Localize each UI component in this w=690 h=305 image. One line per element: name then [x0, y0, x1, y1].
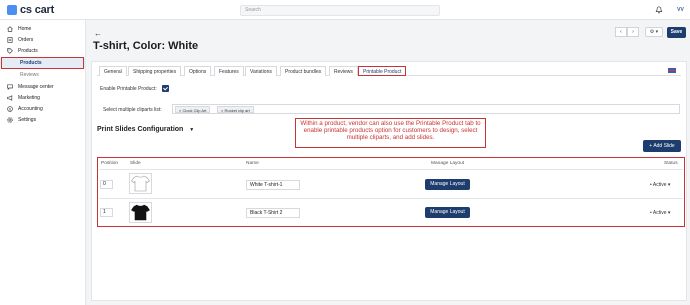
slide-name-input[interactable]: Black T-Shirt 2 [246, 208, 300, 218]
dollar-icon: $ [7, 106, 13, 112]
position-input[interactable]: 0 [100, 180, 113, 189]
tab-shipping-properties[interactable]: Shipping properties [128, 66, 182, 76]
prev-next-buttons: ‹ › [615, 27, 639, 37]
manage-layout-button[interactable]: Manage Layout [425, 179, 470, 190]
sidebar-item-label: Settings [18, 117, 37, 123]
logo[interactable]: cs cart [7, 4, 54, 16]
col-header-manage-layout: Manage Layout [431, 161, 465, 166]
tshirt-black-icon [131, 204, 150, 221]
slide-name-input[interactable]: White T-shirt-1 [246, 180, 300, 190]
sidebar-item-marketing[interactable]: Marketing [0, 93, 86, 103]
section-title-text: Print Slides Configuration [97, 126, 184, 133]
chat-icon [7, 84, 13, 90]
page-title: T-shirt, Color: White [93, 40, 199, 52]
sidebar-item-label: Orders [18, 37, 34, 43]
next-button[interactable]: › [627, 27, 639, 37]
chevron-down-icon: ▼ [189, 127, 195, 133]
sidebar-item-label: Reviews [20, 72, 39, 78]
sidebar-item-label: Marketing [18, 95, 40, 101]
orders-icon [7, 37, 13, 43]
print-slides-section-title[interactable]: Print Slides Configuration ▼ [97, 126, 194, 133]
col-header-status: Status [664, 161, 678, 166]
clipart-chip[interactable]: × Rocket clip art [217, 106, 254, 113]
previous-button[interactable]: ‹ [615, 27, 627, 37]
highlight-box-products [1, 57, 84, 69]
status-dropdown[interactable]: • Active ▾ [650, 182, 670, 188]
tag-icon [7, 48, 13, 54]
tab-variations[interactable]: Variations [245, 66, 277, 76]
col-header-name: Name [246, 161, 259, 166]
cliparts-label: Select multiple cliparts list: [103, 107, 162, 113]
caret-down-icon: ▾ [667, 182, 671, 188]
manage-layout-button[interactable]: Manage Layout [425, 207, 470, 218]
sidebar-item-products[interactable]: Products [0, 46, 86, 56]
logo-mark-icon [7, 5, 17, 15]
tab-printable-product[interactable]: Printable Product [358, 66, 407, 76]
clipart-chip[interactable]: × Clock Clip Art [175, 106, 211, 113]
tab-features[interactable]: Features [214, 66, 244, 76]
gear-icon [7, 117, 13, 123]
enable-printable-label: Enable Printable Product: [100, 86, 157, 92]
top-bar: cs cart Search VV [0, 0, 690, 20]
svg-text:$: $ [9, 107, 11, 111]
chip-label: Clock Clip Art [182, 108, 207, 113]
save-button[interactable]: Save [667, 27, 686, 38]
language-flag-icon[interactable] [668, 68, 676, 73]
position-input[interactable]: 1 [100, 208, 113, 217]
status-text: • Active [650, 210, 667, 216]
chip-label: Rocket clip art [224, 108, 250, 113]
search-input[interactable]: Search [240, 5, 440, 16]
sidebar-item-accounting[interactable]: $ Accounting [0, 104, 86, 114]
tab-product-bundles[interactable]: Product bundles [280, 66, 327, 76]
caret-down-icon: ▾ [667, 210, 671, 216]
sidebar: Home Orders Products Products Reviews Me… [0, 20, 86, 305]
sidebar-subitem-reviews[interactable]: Reviews [0, 70, 86, 80]
status-text: • Active [650, 182, 667, 188]
col-header-position: Position [101, 161, 119, 166]
annotation-callout: Within a product, vendor can also use th… [295, 118, 486, 148]
col-header-slide: Slide [130, 161, 141, 166]
sidebar-item-label: Home [18, 26, 32, 32]
add-slide-label: Add Slide [653, 143, 675, 149]
sidebar-item-label: Message center [18, 84, 54, 90]
status-dropdown[interactable]: • Active ▾ [650, 210, 670, 216]
home-icon [7, 26, 13, 32]
tshirt-white-icon [131, 175, 150, 192]
tab-options[interactable]: Options [184, 66, 212, 76]
slide-thumbnail[interactable] [129, 173, 152, 194]
slide-thumbnail[interactable] [129, 202, 152, 223]
cliparts-multiselect[interactable]: × Clock Clip Art × Rocket clip art [172, 104, 680, 114]
tab-general[interactable]: General [99, 66, 127, 76]
sidebar-item-message-center[interactable]: Message center [0, 82, 86, 92]
enable-printable-checkbox[interactable] [162, 85, 169, 92]
sidebar-item-label: Accounting [18, 106, 43, 112]
settings-dropdown-button[interactable]: ⚙ ▾ [645, 27, 663, 37]
back-arrow-icon[interactable]: ← [94, 29, 102, 38]
megaphone-icon [7, 95, 13, 101]
sidebar-item-home[interactable]: Home [0, 24, 86, 34]
bell-icon[interactable] [655, 6, 663, 14]
add-slide-button[interactable]: + Add Slide [643, 140, 681, 152]
logo-text: cs cart [20, 4, 55, 16]
tab-reviews[interactable]: Reviews [329, 66, 358, 76]
sidebar-item-label: Products [18, 48, 38, 54]
row-divider [99, 198, 683, 199]
slides-table-highlight [97, 157, 685, 227]
sidebar-item-settings[interactable]: Settings [0, 115, 86, 125]
avatar[interactable]: VV [674, 4, 687, 16]
row-divider [99, 169, 683, 170]
sidebar-item-orders[interactable]: Orders [0, 35, 86, 45]
